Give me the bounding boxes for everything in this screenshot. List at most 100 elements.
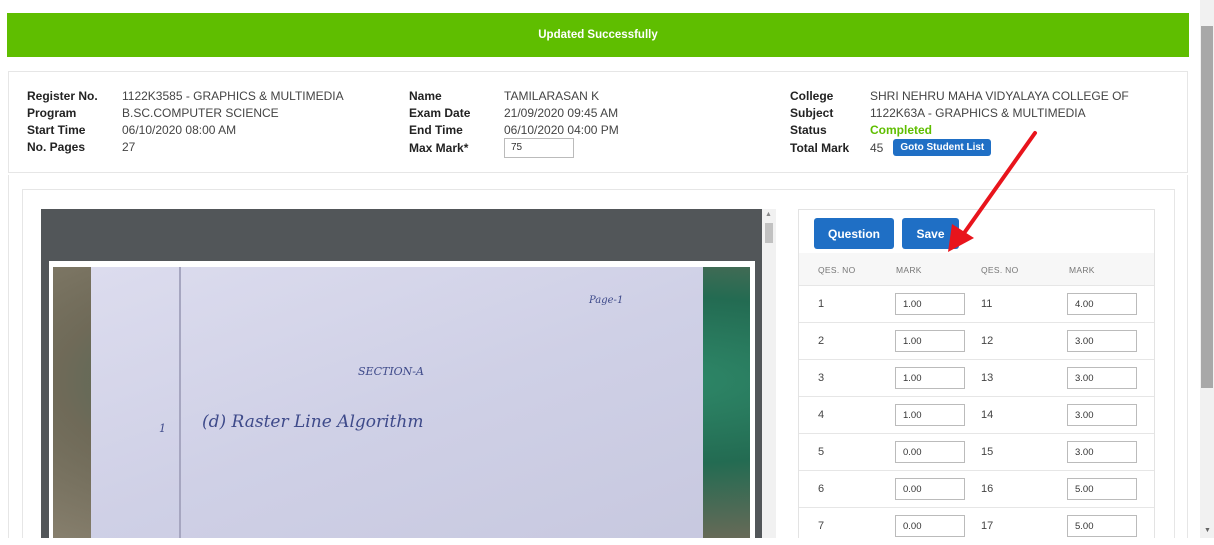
viewer-scrollbar[interactable]: ▲ <box>762 209 776 538</box>
info-row-status: Status Completed <box>790 121 1129 138</box>
mark-input[interactable] <box>895 441 965 463</box>
marks-panel: Question Save QES. NO MARK QES. NO MARK … <box>798 209 1155 538</box>
info-label: Exam Date <box>409 105 471 120</box>
info-value: 21/09/2020 09:45 AM <box>504 105 619 120</box>
marks-table-row: 2 12 <box>799 323 1154 360</box>
mark-input[interactable] <box>1067 478 1137 500</box>
mark-input[interactable] <box>1067 404 1137 426</box>
answer-sheet-photo: Page-1 SECTION-A 1 (d) Raster Line Algor… <box>53 267 750 538</box>
header-mark: MARK <box>896 265 922 275</box>
answer-page: Page-1 SECTION-A 1 (d) Raster Line Algor… <box>49 261 755 538</box>
paper-margin-line <box>179 267 181 538</box>
info-value: SHRI NEHRU MAHA VIDYALAYA COLLEGE OF <box>870 88 1129 103</box>
handwritten-answer-no: 1 <box>159 422 166 435</box>
mark-input[interactable] <box>895 404 965 426</box>
info-row-program: Program B.SC.COMPUTER SCIENCE <box>27 104 344 121</box>
header-qes-no: QES. NO <box>818 265 856 275</box>
question-number: 16 <box>981 483 994 495</box>
viewer-scroll-thumb[interactable] <box>765 223 773 243</box>
goto-student-list-button[interactable]: Goto Student List <box>893 139 992 156</box>
scroll-up-arrow-icon[interactable]: ▲ <box>765 211 772 218</box>
question-number: 12 <box>981 335 994 347</box>
marks-table-row: 4 14 <box>799 397 1154 434</box>
student-info-card: Register No. 1122K3585 - GRAPHICS & MULT… <box>8 71 1188 173</box>
info-row-college: College SHRI NEHRU MAHA VIDYALAYA COLLEG… <box>790 87 1129 104</box>
mark-input[interactable] <box>1067 330 1137 352</box>
question-number: 13 <box>981 372 994 384</box>
info-label: College <box>790 88 834 103</box>
question-button[interactable]: Question <box>814 218 894 249</box>
question-number: 4 <box>818 409 825 421</box>
mark-input[interactable] <box>895 515 965 537</box>
alert-message: Updated Successfully <box>538 29 658 41</box>
mark-input[interactable] <box>1067 293 1137 315</box>
scroll-down-arrow-icon[interactable]: ▼ <box>1204 527 1211 534</box>
question-number: 3 <box>818 372 825 384</box>
info-label: No. Pages <box>27 139 86 154</box>
question-number: 5 <box>818 446 825 458</box>
question-number: 15 <box>981 446 994 458</box>
marks-table-row: 5 15 <box>799 434 1154 471</box>
info-label: Max Mark* <box>409 140 469 155</box>
info-row-end-time: End Time 06/10/2020 04:00 PM <box>409 121 619 138</box>
question-number: 17 <box>981 520 994 532</box>
question-number: 14 <box>981 409 994 421</box>
mark-input[interactable] <box>895 367 965 389</box>
marks-table-row: 7 17 <box>799 508 1154 545</box>
info-label: Register No. <box>27 88 98 103</box>
info-value: B.SC.COMPUTER SCIENCE <box>122 105 279 120</box>
info-value: 06/10/2020 08:00 AM <box>122 122 237 137</box>
header-qes-no: QES. NO <box>981 265 1019 275</box>
info-row-total-mark: Total Mark 45 Goto Student List <box>790 139 1129 156</box>
info-column-3: College SHRI NEHRU MAHA VIDYALAYA COLLEG… <box>790 87 1129 156</box>
answer-paper: Page-1 SECTION-A 1 (d) Raster Line Algor… <box>91 267 703 538</box>
question-number: 2 <box>818 335 825 347</box>
mark-input[interactable] <box>895 293 965 315</box>
max-mark-input[interactable] <box>504 137 574 158</box>
info-column-2: Name TAMILARASAN K Exam Date 21/09/2020 … <box>409 87 619 158</box>
header-mark: MARK <box>1069 265 1095 275</box>
question-number: 11 <box>981 298 993 310</box>
info-value: 06/10/2020 04:00 PM <box>504 122 619 137</box>
info-row-subject: Subject 1122K63A - GRAPHICS & MULTIMEDIA <box>790 104 1129 121</box>
info-label: End Time <box>409 122 463 137</box>
mark-input[interactable] <box>1067 441 1137 463</box>
question-number: 1 <box>818 298 825 310</box>
info-label: Start Time <box>27 122 86 137</box>
total-mark-value: 45 <box>870 140 884 155</box>
info-value: 1122K3585 - GRAPHICS & MULTIMEDIA <box>122 88 344 103</box>
info-label: Subject <box>790 105 834 120</box>
info-column-1: Register No. 1122K3585 - GRAPHICS & MULT… <box>27 87 344 155</box>
question-number: 6 <box>818 483 825 495</box>
mark-input[interactable] <box>1067 367 1137 389</box>
success-alert: Updated Successfully <box>7 13 1189 57</box>
handwritten-section: SECTION-A <box>358 365 424 378</box>
info-value: 1122K63A - GRAPHICS & MULTIMEDIA <box>870 105 1086 120</box>
info-label: Total Mark <box>790 140 850 155</box>
marks-table-row: 6 16 <box>799 471 1154 508</box>
info-label: Name <box>409 88 442 103</box>
info-label: Status <box>790 122 827 137</box>
page-scroll-thumb[interactable] <box>1201 26 1213 388</box>
info-row-exam-date: Exam Date 21/09/2020 09:45 AM <box>409 104 619 121</box>
handwritten-page-label: Page-1 <box>589 295 624 306</box>
marks-table-header: QES. NO MARK QES. NO MARK <box>799 253 1154 286</box>
question-number: 7 <box>818 520 825 532</box>
info-label: Program <box>27 105 77 120</box>
info-row-name: Name TAMILARASAN K <box>409 87 619 104</box>
mark-input[interactable] <box>895 478 965 500</box>
page-scrollbar[interactable]: ▼ <box>1200 0 1214 538</box>
marks-table-row: 3 13 <box>799 360 1154 397</box>
mark-input[interactable] <box>895 330 965 352</box>
info-row-no-pages: No. Pages 27 <box>27 138 344 155</box>
info-row-max-mark: Max Mark* <box>409 137 619 158</box>
answer-sheet-viewer[interactable]: Page-1 SECTION-A 1 (d) Raster Line Algor… <box>41 209 762 538</box>
handwritten-answer: (d) Raster Line Algorithm <box>202 412 424 432</box>
mark-input[interactable] <box>1067 515 1137 537</box>
status-value: Completed <box>870 122 933 137</box>
marks-table-row: 1 11 <box>799 286 1154 323</box>
save-button[interactable]: Save <box>902 218 959 249</box>
info-value: TAMILARASAN K <box>504 88 600 103</box>
info-value: 27 <box>122 139 136 154</box>
info-row-register-no: Register No. 1122K3585 - GRAPHICS & MULT… <box>27 87 344 104</box>
